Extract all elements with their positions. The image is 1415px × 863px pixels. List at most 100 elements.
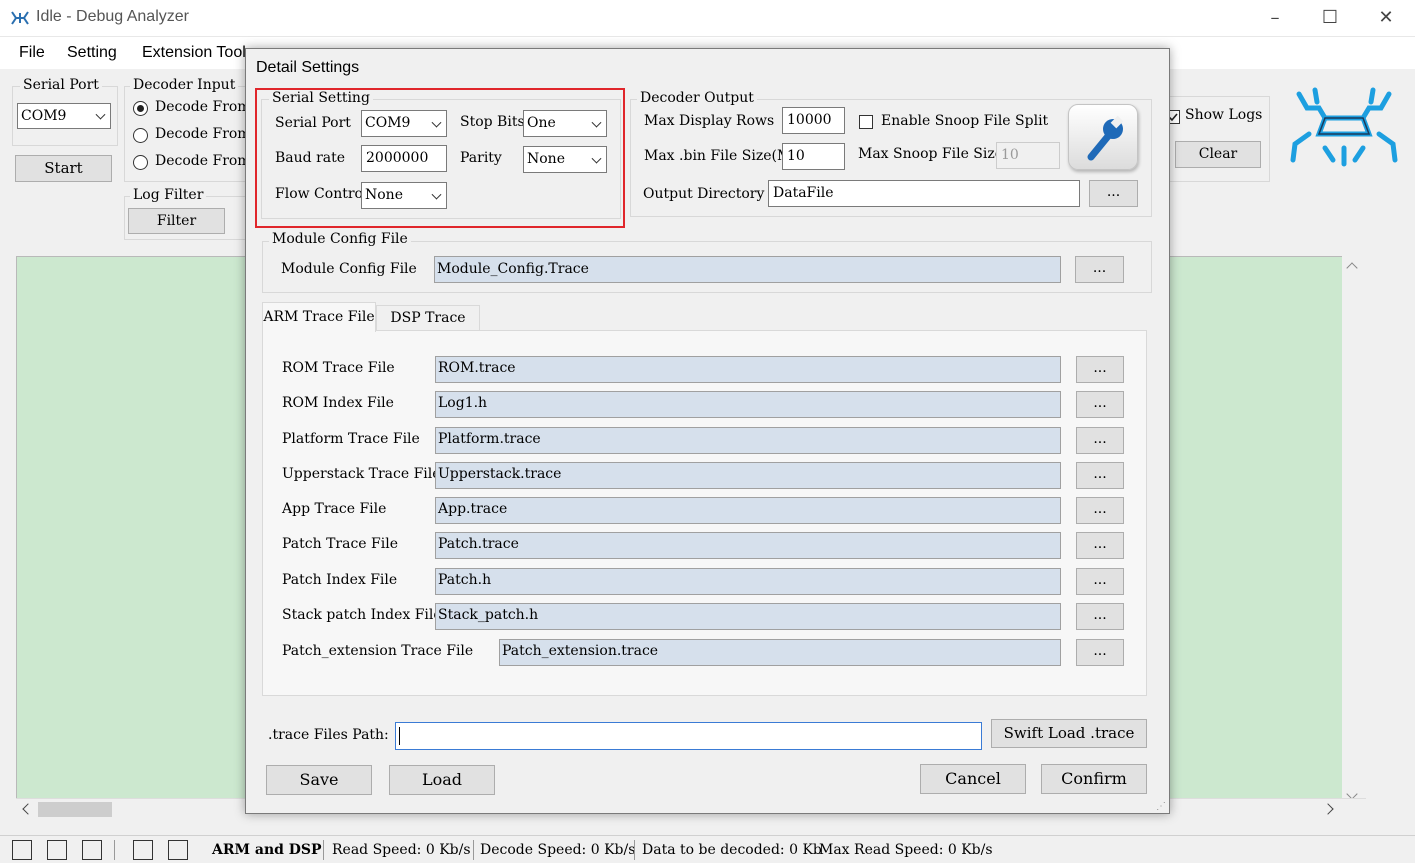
first-page-icon[interactable] [12, 840, 32, 860]
trace-file-browse-button[interactable]: ... [1076, 427, 1124, 454]
max-bin-size-label: Max .bin File Size(M) [644, 148, 797, 164]
trace-file-input[interactable]: Platform.trace [435, 427, 1061, 454]
show-logs-label: Show Logs [1185, 107, 1263, 123]
trace-file-input[interactable]: ROM.trace [435, 356, 1061, 383]
save-button[interactable]: Save [266, 765, 372, 795]
separator [114, 840, 115, 860]
max-bin-size-input[interactable]: 10 [782, 143, 845, 170]
max-display-rows-input[interactable]: 10000 [782, 107, 845, 134]
max-read-speed: Max Read Speed: 0 Kb/s [819, 842, 993, 858]
menu-setting[interactable]: Setting [67, 44, 117, 62]
separator [323, 840, 324, 860]
maximize-icon[interactable]: ☐ [1310, 6, 1350, 30]
brand-logo-icon [1290, 87, 1398, 167]
trace-file-input[interactable]: Patch_extension.trace [499, 639, 1061, 666]
decoder-input-group-label: Decoder Input [130, 77, 239, 93]
main-serial-port-select[interactable]: COM9 [17, 103, 111, 129]
decode-option-label-3: Decode From [155, 153, 251, 169]
trace-file-label: Stack patch Index File [282, 607, 442, 623]
settings-wrench-button[interactable] [1068, 104, 1138, 170]
trace-file-browse-button[interactable]: ... [1076, 391, 1124, 418]
split-vertical-icon[interactable] [133, 840, 153, 860]
load-button[interactable]: Load [389, 765, 495, 795]
trace-file-browse-button[interactable]: ... [1076, 356, 1124, 383]
trace-file-browse-button[interactable]: ... [1076, 532, 1124, 559]
trace-path-label: .trace Files Path: [268, 727, 389, 743]
module-config-browse-button[interactable]: ... [1075, 256, 1124, 283]
tab-arm-trace-file[interactable]: ARM Trace File [262, 302, 376, 332]
max-snoop-size-input: 10 [996, 142, 1060, 169]
trace-file-label: Platform Trace File [282, 431, 420, 447]
decode-option-radio-1[interactable] [133, 101, 148, 116]
module-config-label: Module Config File [281, 261, 417, 277]
trace-path-input[interactable] [395, 722, 982, 750]
trace-file-browse-button[interactable]: ... [1076, 568, 1124, 595]
trace-file-browse-button[interactable]: ... [1076, 603, 1124, 630]
trace-file-label: App Trace File [282, 501, 387, 517]
read-speed: Read Speed: 0 Kb/s [332, 842, 471, 858]
trace-file-label: Patch Trace File [282, 536, 398, 552]
chevron-down-icon [95, 109, 106, 120]
app-logo-icon [11, 11, 29, 25]
split-horizontal-icon[interactable] [168, 840, 188, 860]
mode-label: ARM and DSP [212, 842, 322, 858]
last-page-icon[interactable] [82, 840, 102, 860]
scroll-right-icon[interactable] [1322, 803, 1334, 815]
decode-option-radio-3[interactable] [133, 155, 148, 170]
decode-option-radio-2[interactable] [133, 128, 148, 143]
collapse-icon[interactable] [47, 840, 67, 860]
trace-file-input[interactable]: Upperstack.trace [435, 462, 1061, 489]
trace-file-label: Upperstack Trace File [282, 466, 441, 482]
dialog-title: Detail Settings [256, 59, 360, 76]
cancel-button[interactable]: Cancel [920, 764, 1026, 794]
trace-file-input[interactable]: Stack_patch.h [435, 603, 1061, 630]
max-display-rows-label: Max Display Rows [644, 113, 775, 129]
scroll-up-icon[interactable] [1346, 262, 1358, 274]
trace-file-label: ROM Index File [282, 395, 394, 411]
trace-file-input[interactable]: App.trace [435, 497, 1061, 524]
output-directory-browse-button[interactable]: ... [1089, 180, 1138, 207]
clear-button[interactable]: Clear [1175, 141, 1261, 168]
wrench-icon [1087, 115, 1124, 161]
confirm-button[interactable]: Confirm [1041, 764, 1147, 794]
output-directory-label: Output Directory [643, 186, 765, 202]
module-config-input[interactable]: Module_Config.Trace [434, 256, 1061, 283]
title-bar: Idle - Debug Analyzer – ☐ ✕ [0, 0, 1415, 37]
serial-port-group-label: Serial Port [20, 77, 102, 93]
enable-snoop-checkbox[interactable] [859, 115, 873, 129]
enable-snoop-label: Enable Snoop File Split [881, 113, 1049, 129]
text-cursor [399, 727, 400, 745]
trace-file-label: Patch Index File [282, 572, 398, 588]
serial-setting-highlight [255, 88, 625, 228]
trace-file-input[interactable]: Patch.h [435, 568, 1061, 595]
trace-file-browse-button[interactable]: ... [1076, 497, 1124, 524]
log-vertical-scrollbar[interactable] [1342, 256, 1366, 820]
menu-extension-tools[interactable]: Extension Tool [142, 44, 246, 62]
decode-option-label-1: Decode From [155, 99, 251, 115]
resize-grip-icon[interactable]: ⋰ [1156, 801, 1166, 812]
detail-settings-dialog: Detail Settings Serial Setting Serial Po… [245, 48, 1170, 814]
output-directory-input[interactable]: DataFile [768, 180, 1080, 207]
max-snoop-size-label: Max Snoop File Size [858, 146, 1004, 162]
trace-file-input[interactable]: Patch.trace [435, 532, 1061, 559]
status-bar: ARM and DSP Read Speed: 0 Kb/s Decode Sp… [0, 835, 1415, 863]
filter-button[interactable]: Filter [128, 208, 225, 234]
trace-file-browse-button[interactable]: ... [1076, 639, 1124, 666]
close-icon[interactable]: ✕ [1366, 6, 1406, 30]
start-button[interactable]: Start [15, 155, 112, 182]
scroll-thumb[interactable] [38, 802, 112, 817]
swift-load-trace-button[interactable]: Swift Load .trace [991, 719, 1147, 748]
minimize-icon[interactable]: – [1255, 6, 1295, 30]
decode-option-label-2: Decode From [155, 126, 251, 142]
scroll-left-icon[interactable] [22, 803, 34, 815]
data-to-decode: Data to be decoded: 0 Kb [642, 842, 822, 858]
menu-file[interactable]: File [19, 44, 45, 62]
separator [473, 840, 474, 860]
trace-file-input[interactable]: Log1.h [435, 391, 1061, 418]
tab-dsp-trace-file[interactable]: DSP Trace File [376, 305, 480, 350]
trace-file-label: Patch_extension Trace File [282, 643, 474, 659]
decoder-output-group-label: Decoder Output [637, 90, 757, 106]
log-filter-group-label: Log Filter [130, 187, 207, 203]
module-config-group-label: Module Config File [269, 231, 411, 247]
trace-file-browse-button[interactable]: ... [1076, 462, 1124, 489]
